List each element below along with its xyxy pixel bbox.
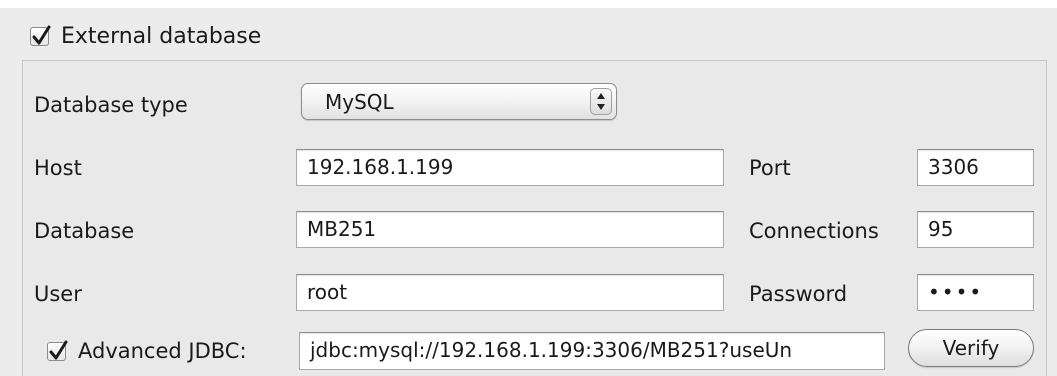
database-type-label: Database type [34, 93, 188, 117]
host-input[interactable]: 192.168.1.199 [296, 149, 724, 186]
user-label: User [34, 282, 82, 306]
user-input[interactable]: root [296, 274, 724, 311]
password-label: Password [749, 282, 848, 306]
top-strip [0, 0, 1057, 8]
advanced-jdbc-label: Advanced JDBC: [78, 339, 247, 363]
checkmark-icon [32, 25, 51, 44]
advanced-jdbc-input[interactable]: jdbc:mysql://192.168.1.199:3306/MB251?us… [299, 332, 885, 370]
database-type-value: MySQL [325, 90, 394, 114]
external-database-row: External database [30, 20, 261, 52]
database-type-select[interactable]: MySQL [301, 83, 617, 120]
advanced-jdbc-row: Advanced JDBC: [47, 336, 247, 366]
connections-label: Connections [749, 219, 879, 243]
password-input[interactable]: •••• [917, 274, 1034, 311]
connections-input[interactable]: 95 [917, 211, 1034, 248]
database-settings-group: Database type MySQL Host 192.168.1.199 P… [22, 60, 1047, 376]
port-label: Port [749, 156, 791, 180]
verify-button[interactable]: Verify [908, 329, 1034, 367]
checkmark-icon [49, 340, 68, 359]
database-label: Database [34, 219, 135, 243]
external-database-checkbox[interactable] [30, 25, 51, 46]
database-input[interactable]: MB251 [296, 211, 724, 248]
host-label: Host [34, 156, 82, 180]
advanced-jdbc-checkbox[interactable] [47, 340, 68, 361]
select-stepper-icon [590, 88, 612, 115]
port-input[interactable]: 3306 [917, 149, 1034, 186]
external-database-label: External database [61, 23, 262, 49]
